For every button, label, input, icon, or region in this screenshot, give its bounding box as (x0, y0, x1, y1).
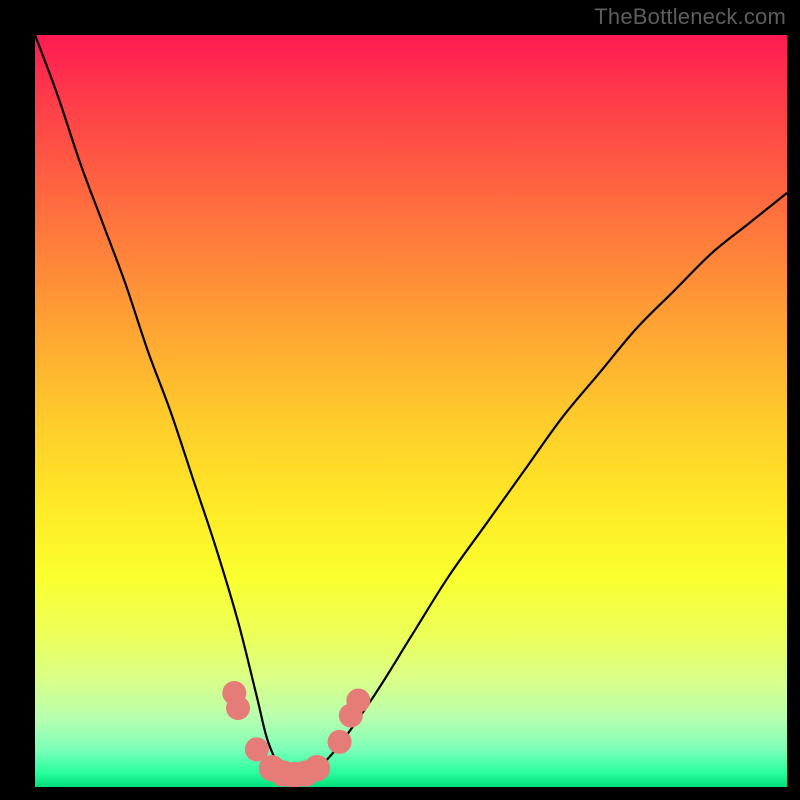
trough-marker (328, 730, 352, 754)
trough-marker (346, 689, 370, 713)
bottleneck-curve (35, 35, 787, 779)
watermark-text: TheBottleneck.com (594, 4, 786, 30)
trough-marker (226, 696, 250, 720)
trough-markers (222, 681, 370, 787)
chart-frame: TheBottleneck.com (0, 0, 800, 800)
trough-marker (304, 755, 330, 781)
plot-area (35, 35, 787, 787)
curve-layer (35, 35, 787, 787)
